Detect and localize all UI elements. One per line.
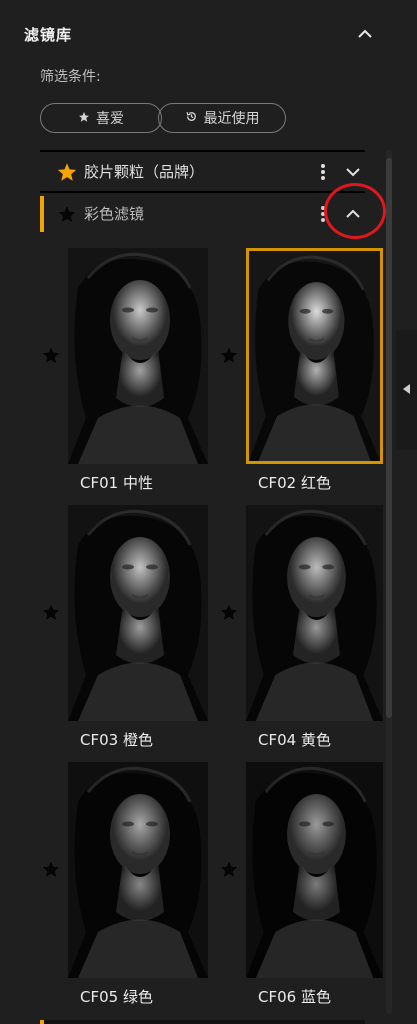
more-vertical-icon[interactable]: [314, 162, 332, 182]
panel-header[interactable]: 滤镜库: [24, 22, 374, 46]
preset-caption: CF04 黄色: [258, 731, 331, 749]
favorite-star-icon[interactable]: [218, 601, 240, 623]
chevron-down-icon[interactable]: [342, 162, 364, 182]
category-row-film-grain[interactable]: 胶片颗粒（品牌）: [40, 154, 365, 190]
preset-item[interactable]: CF05 绿色: [40, 762, 220, 1012]
filter-favorites-label: 喜爱: [96, 111, 124, 127]
divider: [40, 191, 365, 193]
preset-caption: CF03 橙色: [80, 731, 153, 749]
star-icon: [78, 111, 90, 126]
filter-recent-label: 最近使用: [203, 111, 260, 127]
preset-caption: CF05 绿色: [80, 988, 153, 1006]
divider: [40, 150, 365, 152]
filter-label: 筛选条件:: [40, 69, 101, 85]
filter-library-panel: 滤镜库 筛选条件: 喜爱 最近使用 胶片颗粒（品牌） 彩色滤镜 CF01 中性 …: [0, 0, 417, 1024]
preset-item[interactable]: CF01 中性: [40, 248, 220, 498]
active-indicator: [40, 196, 44, 232]
preset-caption: CF01 中性: [80, 474, 153, 492]
preset-thumbnail[interactable]: [68, 248, 208, 464]
favorite-star-icon[interactable]: [218, 344, 240, 366]
panel-title: 滤镜库: [24, 25, 73, 44]
favorite-star-icon[interactable]: [56, 161, 78, 183]
preset-item[interactable]: CF03 橙色: [40, 505, 220, 755]
favorite-star-icon[interactable]: [40, 344, 62, 366]
filter-recent-button[interactable]: 最近使用: [158, 103, 286, 133]
active-indicator: [40, 1020, 44, 1024]
chevron-up-icon[interactable]: [342, 204, 364, 224]
preset-thumbnail[interactable]: [68, 505, 208, 721]
favorite-star-icon[interactable]: [40, 601, 62, 623]
favorite-star-icon[interactable]: [40, 858, 62, 880]
preset-item[interactable]: CF06 蓝色: [219, 762, 417, 1012]
category-row-color-filters[interactable]: 彩色滤镜: [40, 196, 365, 232]
favorite-star-icon[interactable]: [218, 858, 240, 880]
chevron-up-icon[interactable]: [356, 25, 374, 43]
category-label: 胶片颗粒（品牌）: [84, 163, 205, 181]
preset-thumbnail[interactable]: [246, 505, 383, 721]
history-icon: [185, 110, 198, 126]
preset-item[interactable]: CF02 红色: [219, 248, 417, 498]
filter-favorites-button[interactable]: 喜爱: [40, 103, 162, 133]
preset-thumbnail[interactable]: [246, 762, 383, 978]
preset-thumbnail[interactable]: [68, 762, 208, 978]
next-category-divider: [40, 1020, 365, 1024]
favorite-star-icon[interactable]: [56, 203, 78, 225]
preset-caption: CF02 红色: [258, 474, 331, 492]
more-vertical-icon[interactable]: [314, 204, 332, 224]
preset-thumbnail[interactable]: [246, 248, 383, 464]
preset-caption: CF06 蓝色: [258, 988, 331, 1006]
preset-item[interactable]: CF04 黄色: [219, 505, 417, 755]
category-label: 彩色滤镜: [84, 205, 145, 223]
